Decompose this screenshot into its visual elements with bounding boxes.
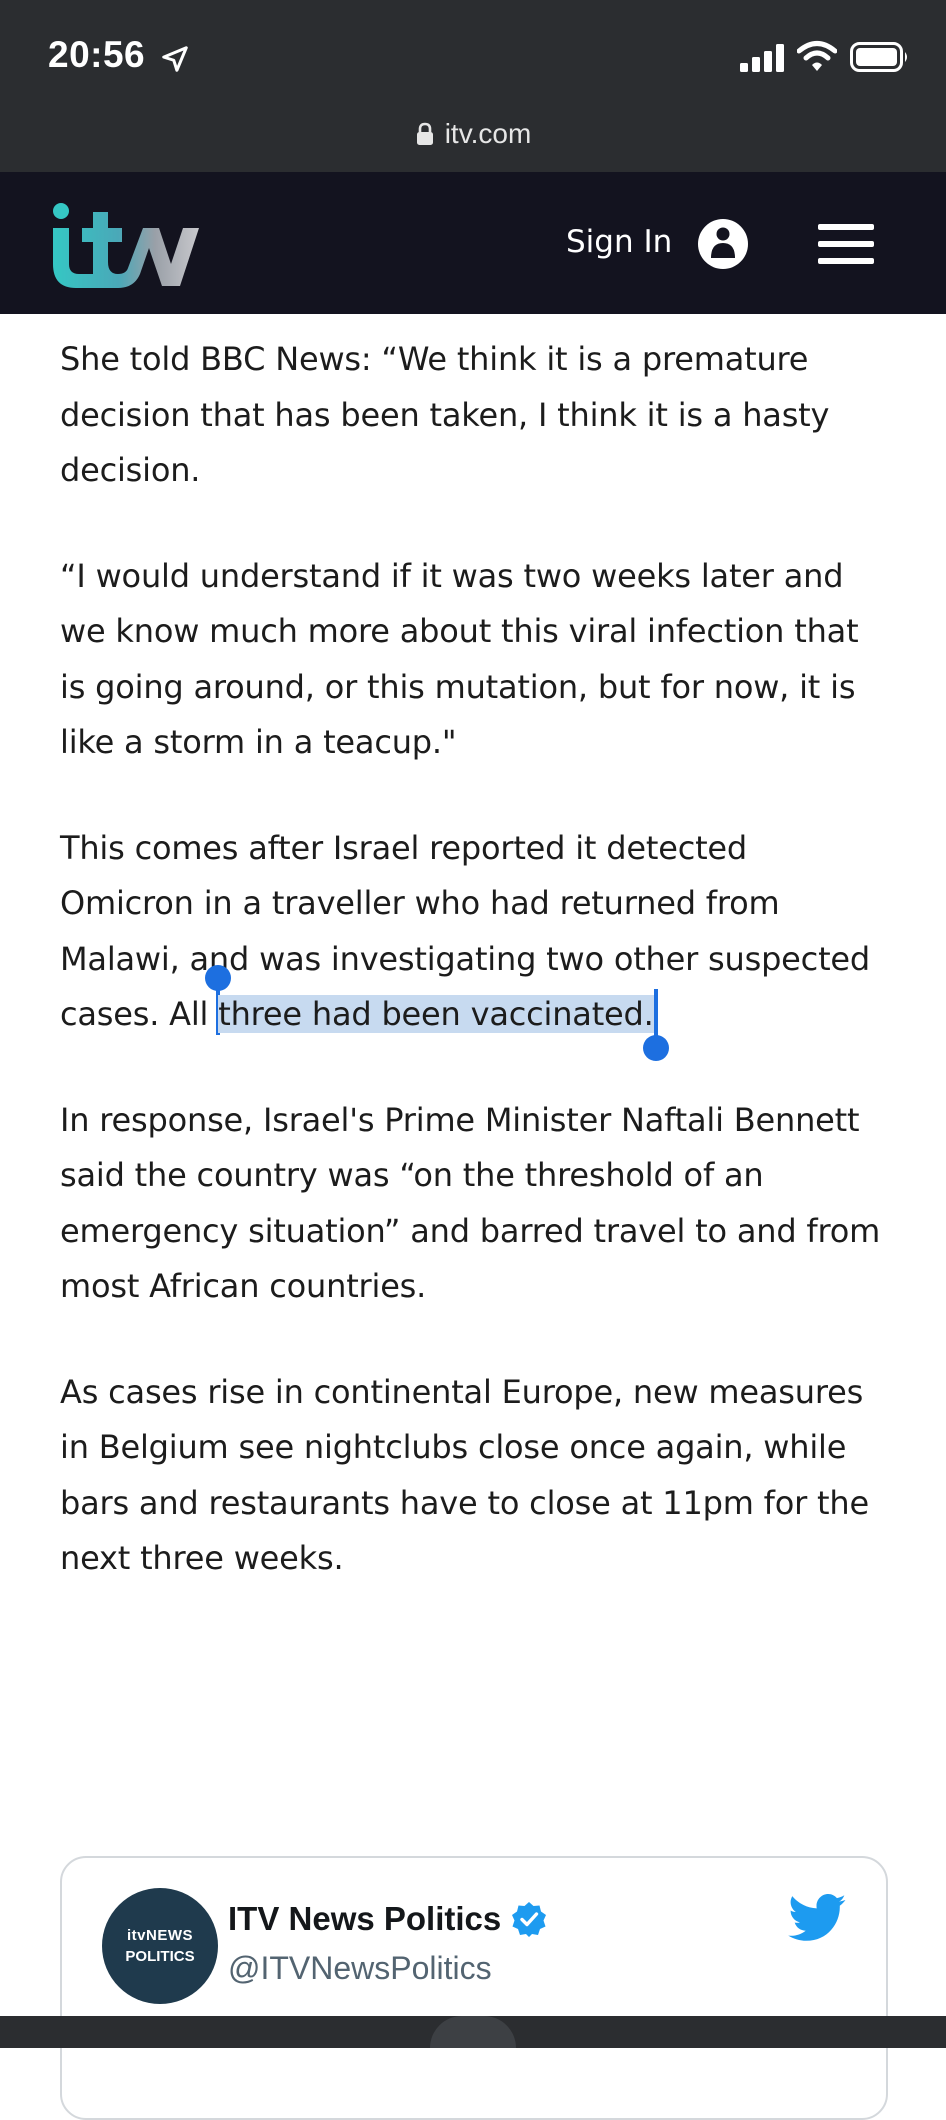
wifi-icon — [797, 41, 837, 71]
sign-in-link[interactable]: Sign In — [566, 224, 672, 260]
avatar-logo-text: itvNEWS — [126, 1927, 193, 1944]
twitter-bird-icon[interactable] — [788, 1894, 846, 1942]
verified-badge-icon — [512, 1902, 547, 1937]
tweet-author-handle[interactable]: @ITVNewsPolitics — [228, 1950, 492, 1987]
avatar[interactable]: itvNEWS POLITICS — [102, 1888, 218, 2004]
article-paragraph-with-selection: This comes after Israel reported it dete… — [60, 821, 890, 1061]
lock-icon — [416, 122, 433, 145]
article-paragraph: “I would understand if it was two weeks … — [60, 556, 859, 762]
article-body: She told BBC News: “We think it is a pre… — [60, 332, 890, 1637]
hamburger-menu-icon[interactable] — [818, 222, 874, 266]
battery-icon — [850, 42, 907, 72]
itv-logo[interactable] — [48, 202, 208, 294]
url-bar[interactable]: itv.com — [0, 114, 946, 154]
url-text[interactable]: itv.com — [445, 118, 532, 150]
status-bar: 20:56 itv.com — [0, 0, 946, 172]
article-paragraph: She told BBC News: “We think it is a pre… — [60, 340, 830, 489]
selected-text[interactable]: three had been vaccinated. — [218, 995, 654, 1033]
article-paragraph: In response, Israel's Prime Minister Naf… — [60, 1100, 881, 1306]
tweet-author-name[interactable]: ITV News Politics — [228, 1900, 501, 1938]
article-paragraph: As cases rise in continental Europe, new… — [60, 1372, 869, 1578]
embedded-tweet[interactable]: itvNEWS POLITICS ITV News Politics @ITVN… — [60, 1856, 888, 2120]
tweet-author-row[interactable]: ITV News Politics — [228, 1900, 547, 1938]
account-icon[interactable] — [697, 218, 749, 270]
cellular-signal-icon — [740, 44, 784, 72]
avatar-logo-subtext: POLITICS — [125, 1948, 195, 1965]
status-time: 20:56 — [48, 34, 146, 75]
location-arrow-icon — [162, 46, 188, 72]
site-header: Sign In — [0, 172, 946, 314]
